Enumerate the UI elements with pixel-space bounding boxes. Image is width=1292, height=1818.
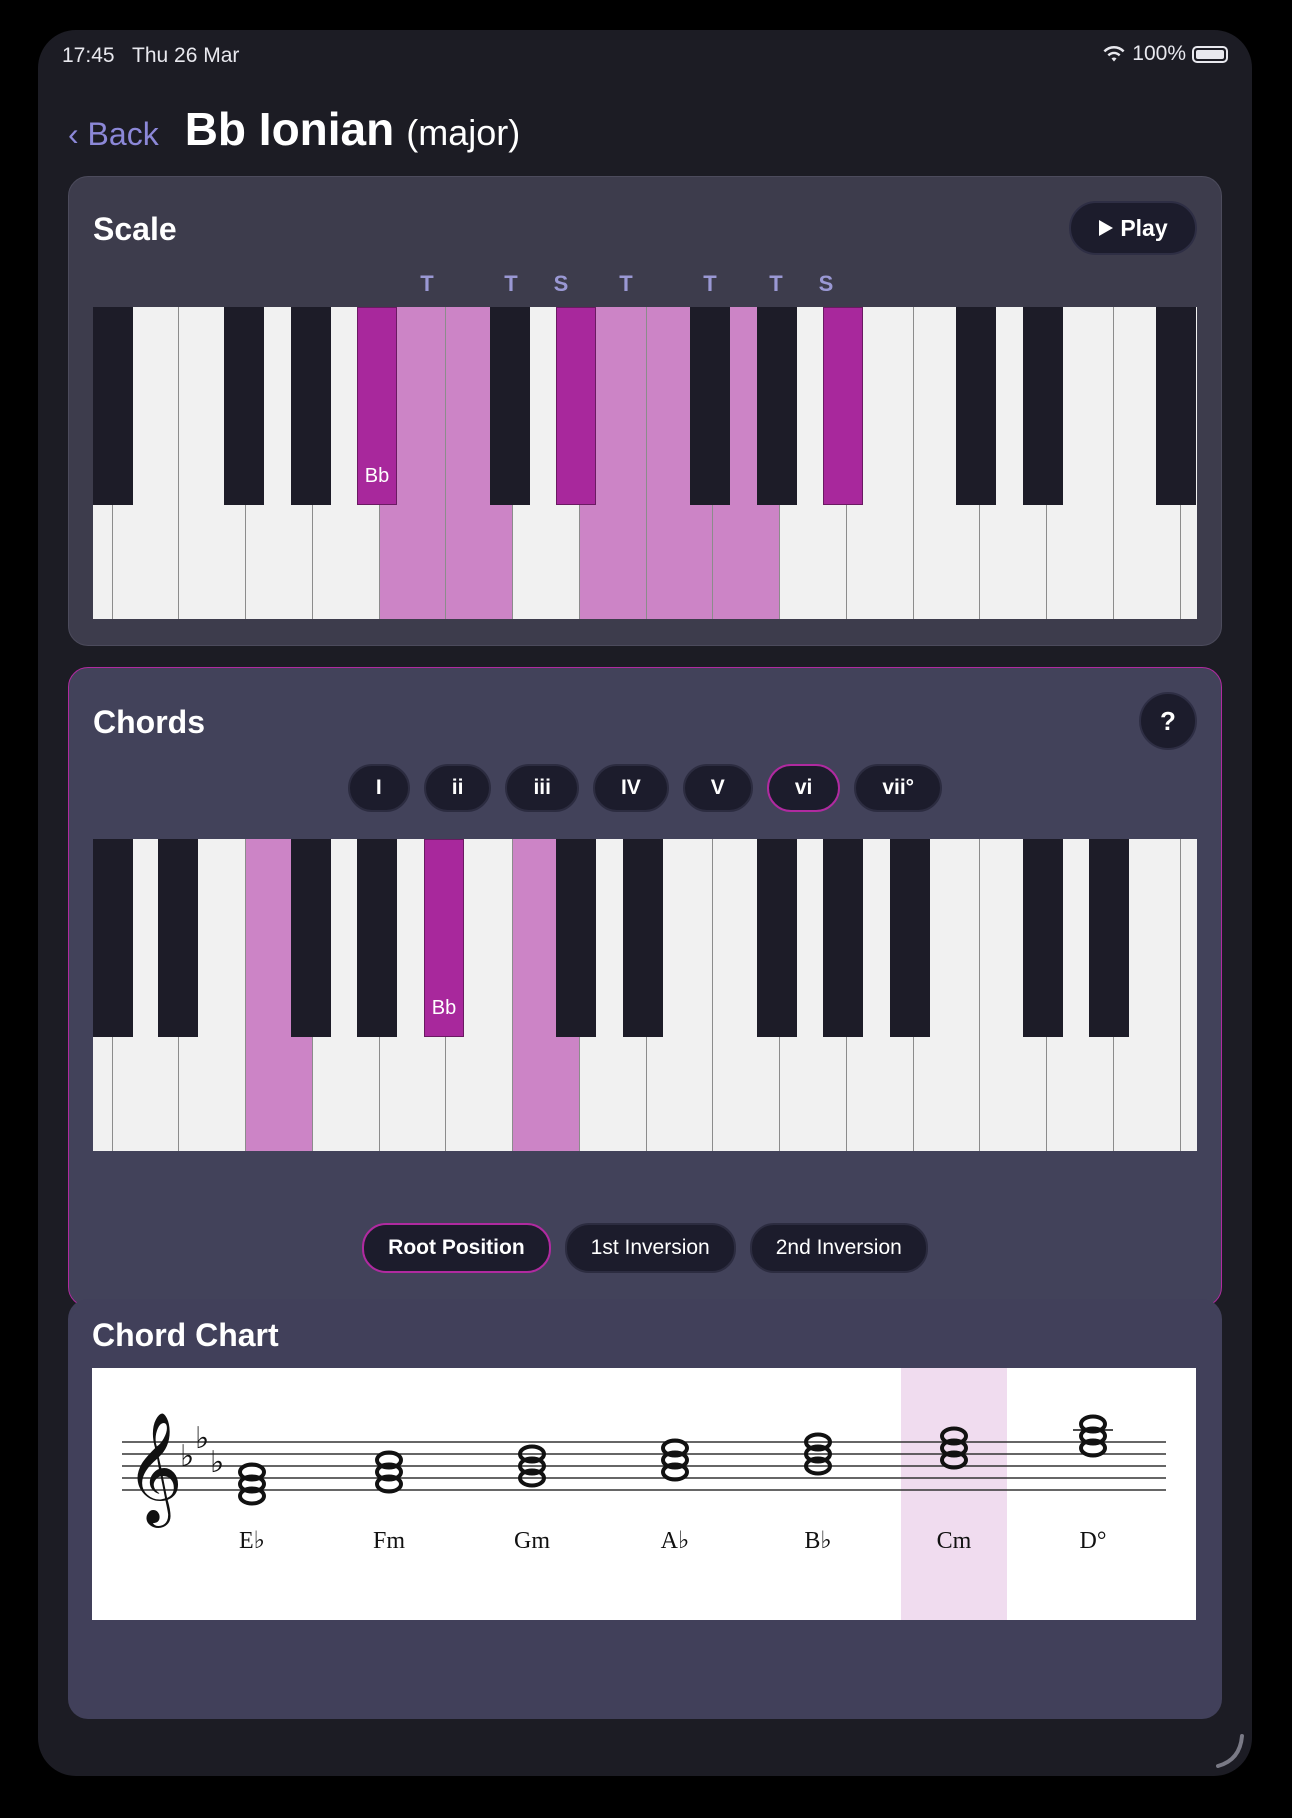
inversion-button[interactable]: 1st Inversion: [564, 1223, 736, 1273]
degree-button[interactable]: vii°: [854, 764, 943, 812]
flat-sign-icon: ♭: [195, 1421, 209, 1456]
black-key[interactable]: Bb: [424, 839, 464, 1037]
play-icon: [1099, 220, 1114, 236]
status-date: Thu 26 Mar: [132, 44, 240, 67]
flat-sign-icon: ♭: [180, 1439, 194, 1474]
degree-selector: Iii iii IV Vvi vii°: [69, 764, 1221, 812]
scale-step-label: T: [703, 271, 717, 296]
inversion-button[interactable]: Root Position: [362, 1223, 551, 1273]
play-button[interactable]: Play: [1069, 201, 1197, 255]
black-key[interactable]: [823, 307, 863, 505]
black-key[interactable]: [1023, 307, 1063, 505]
degree-button[interactable]: vi: [766, 764, 841, 812]
black-key[interactable]: [1023, 839, 1063, 1037]
chord-chart-heading: Chord Chart: [92, 1317, 279, 1353]
app-window: 17:45 Thu 26 Mar 100% ‹ Back Bb Ionian (…: [38, 30, 1252, 1776]
resize-handle-icon: [1216, 1734, 1244, 1768]
black-key[interactable]: [956, 307, 996, 505]
scale-step-label: T: [769, 271, 783, 296]
chord-name-label: Gm: [514, 1528, 550, 1554]
play-button-label: Play: [1120, 214, 1168, 241]
black-key[interactable]: [490, 307, 530, 505]
chord-name-label: Fm: [373, 1528, 405, 1554]
chords-card: Chords ? Iii iii IV Vvi vii° Bb Root Positio…: [68, 667, 1222, 1307]
highlight-band: [901, 1368, 1007, 1620]
wifi-icon: [1103, 46, 1125, 62]
degree-button[interactable]: iii: [505, 764, 579, 812]
page-header: ‹ Back Bb Ionian (major): [68, 102, 520, 156]
page-title: Bb Ionian: [184, 103, 395, 155]
black-key[interactable]: [291, 307, 331, 505]
black-key[interactable]: [357, 839, 397, 1037]
status-right: 100%: [1102, 42, 1228, 66]
back-button[interactable]: ‹ Back: [68, 116, 159, 153]
black-key[interactable]: [93, 307, 133, 505]
page-subtitle: (major): [406, 112, 521, 153]
black-key[interactable]: [93, 839, 133, 1037]
black-key[interactable]: [224, 307, 264, 505]
chord-keyboard[interactable]: Bb: [93, 839, 1197, 1151]
black-key[interactable]: [890, 839, 930, 1037]
black-key[interactable]: [823, 839, 863, 1037]
help-button[interactable]: ?: [1139, 692, 1197, 750]
scale-step-label: T: [504, 271, 518, 296]
black-key[interactable]: [757, 839, 797, 1037]
scale-step-label: S: [818, 271, 834, 296]
black-key[interactable]: [556, 307, 596, 505]
black-key[interactable]: [623, 839, 663, 1037]
degree-button[interactable]: I: [347, 764, 410, 812]
chord-name-label: A♭: [661, 1528, 690, 1554]
chords-heading: Chords: [93, 704, 205, 740]
scale-card: Scale Play T T S T T T S Bb: [68, 176, 1222, 646]
degree-button[interactable]: IV: [592, 764, 669, 812]
chord-name-label: D°: [1080, 1528, 1107, 1554]
black-key[interactable]: [1089, 839, 1129, 1037]
scale-steps: TTSTTTS: [93, 271, 1197, 297]
staff-notation: 𝄞 ♭ ♭ ♭ E♭ Fm Gm A♭ B♭ Cm D°: [92, 1368, 1196, 1620]
chord-name-label: Cm: [937, 1528, 972, 1554]
chord-name-label: E♭: [239, 1528, 265, 1554]
battery-percent: 100%: [1132, 42, 1186, 65]
scale-keyboard[interactable]: Bb: [93, 307, 1197, 619]
inversion-selector: Root Position 1st Inversion 2nd Inversion: [69, 1223, 1221, 1273]
scale-step-label: T: [420, 271, 434, 296]
black-key[interactable]: [690, 307, 730, 505]
black-key[interactable]: [291, 839, 331, 1037]
treble-clef-icon: 𝄞: [126, 1411, 183, 1528]
degree-button[interactable]: ii: [423, 764, 492, 812]
black-key[interactable]: [1156, 307, 1196, 505]
status-bar: 17:45 Thu 26 Mar 100%: [38, 30, 1252, 80]
staff-svg: 𝄞♭♭♭E♭ Fm Gm A♭ B♭ Cm D°: [122, 1368, 1166, 1620]
black-key[interactable]: Bb: [357, 307, 397, 505]
flat-sign-icon: ♭: [210, 1445, 224, 1480]
black-key[interactable]: [757, 307, 797, 505]
scale-heading: Scale: [93, 211, 177, 247]
black-key[interactable]: [556, 839, 596, 1037]
root-note-label: Bb: [364, 465, 390, 487]
root-note-label: Bb: [431, 997, 457, 1019]
battery-icon: [1192, 45, 1228, 63]
chord-chart-card: Chord Chart 𝄞 ♭ ♭ ♭ E♭ Fm Gm A♭ B♭ Cm D°: [68, 1299, 1222, 1719]
black-key[interactable]: [158, 839, 198, 1037]
inversion-button[interactable]: 2nd Inversion: [749, 1223, 928, 1273]
status-time: 17:45: [62, 44, 115, 67]
chord-name-label: B♭: [804, 1528, 831, 1554]
degree-button[interactable]: V: [682, 764, 753, 812]
scale-step-label: T: [619, 271, 633, 296]
scale-step-label: S: [553, 271, 569, 296]
